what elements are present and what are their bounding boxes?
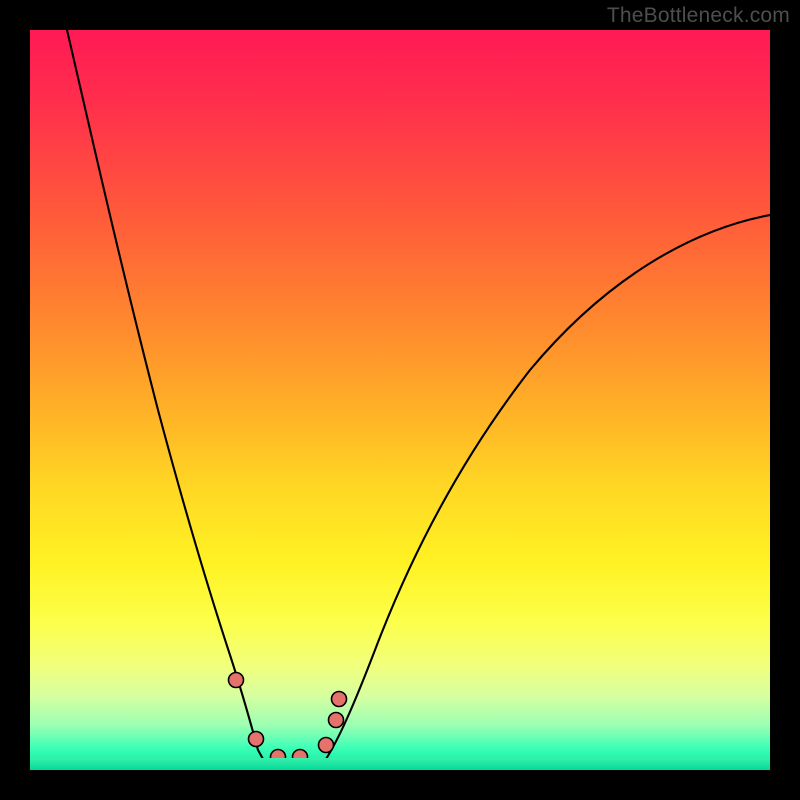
curves-layer	[30, 30, 770, 770]
right-curve	[326, 215, 770, 759]
left-curve	[67, 30, 263, 759]
valley-dots	[229, 673, 347, 765]
dot-2	[249, 732, 264, 747]
balanced-strip	[30, 758, 770, 770]
dot-6	[329, 713, 344, 728]
chart-frame: TheBottleneck.com	[0, 0, 800, 800]
dot-1	[229, 673, 244, 688]
plot-area	[30, 30, 770, 770]
dot-5	[319, 738, 334, 753]
watermark-label: TheBottleneck.com	[607, 4, 790, 28]
dot-7	[332, 692, 347, 707]
